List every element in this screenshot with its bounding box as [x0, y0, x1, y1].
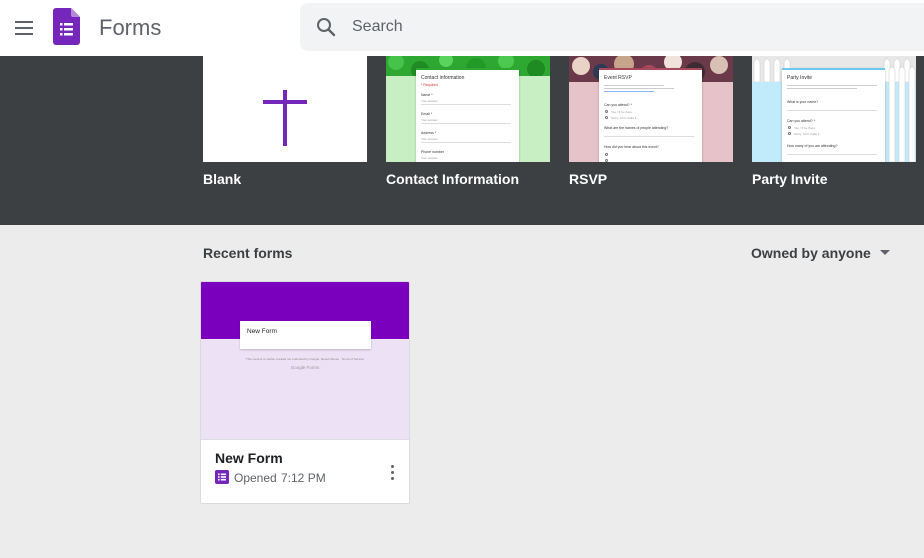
- document-title: New Form: [215, 450, 283, 466]
- template-label[interactable]: RSVP: [569, 171, 607, 187]
- more-options-button[interactable]: [385, 461, 399, 483]
- document-thumbnail[interactable]: New Form This content is neither created…: [201, 282, 409, 439]
- contact-preview-card: Contact information * Required Name * Yo…: [416, 68, 519, 162]
- template-rsvp[interactable]: Event RSVP Can you attend? * Yes, I'll b…: [569, 56, 733, 187]
- forms-logo-icon[interactable]: [53, 8, 80, 45]
- caret-down-icon: [879, 250, 890, 255]
- template-label[interactable]: Contact Information: [386, 171, 519, 187]
- plus-icon: [283, 90, 287, 146]
- search-bar[interactable]: [300, 3, 924, 51]
- recent-forms-heading: Recent forms: [203, 245, 293, 261]
- owner-filter-label: Owned by anyone: [751, 245, 871, 261]
- forms-doc-icon: [215, 470, 229, 484]
- more-vert-icon: [390, 464, 394, 468]
- app-name[interactable]: Forms: [99, 14, 161, 42]
- template-contact-information[interactable]: Contact information * Required Name * Yo…: [386, 56, 550, 187]
- main-menu-button[interactable]: [4, 8, 44, 48]
- template-blank-thumbnail[interactable]: [203, 56, 367, 162]
- search-input[interactable]: [352, 3, 912, 51]
- party-preview-card: Party Invite What is your name? Can you …: [782, 68, 885, 162]
- document-opened-label: Opened: [234, 471, 277, 485]
- app-header: Forms: [0, 0, 924, 56]
- template-blank[interactable]: Blank: [203, 56, 367, 187]
- template-rsvp-thumbnail[interactable]: Event RSVP Can you attend? * Yes, I'll b…: [569, 56, 733, 162]
- template-label[interactable]: Blank: [203, 171, 241, 187]
- owner-filter-dropdown[interactable]: Owned by anyone: [751, 245, 890, 261]
- hamburger-menu-icon: [15, 21, 33, 23]
- form-preview-card: New Form: [240, 318, 371, 349]
- template-party-invite[interactable]: Party Invite What is your name? Can you …: [752, 56, 916, 187]
- template-gallery: Blank Contact information * Required Nam…: [0, 56, 924, 225]
- document-card[interactable]: New Form This content is neither created…: [200, 281, 410, 504]
- search-icon[interactable]: [314, 15, 338, 39]
- rsvp-preview-card: Event RSVP Can you attend? * Yes, I'll b…: [599, 68, 702, 162]
- document-opened-time: 7:12 PM: [281, 471, 326, 485]
- template-party-thumbnail[interactable]: Party Invite What is your name? Can you …: [752, 56, 916, 162]
- template-contact-thumbnail[interactable]: Contact information * Required Name * Yo…: [386, 56, 550, 162]
- template-label[interactable]: Party Invite: [752, 171, 827, 187]
